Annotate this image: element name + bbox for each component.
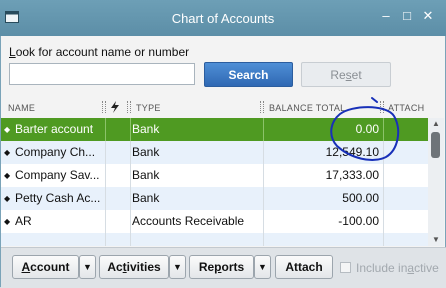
search-label: Look for account name or number xyxy=(9,45,190,59)
chevron-down-icon[interactable]: ▼ xyxy=(79,255,96,279)
online-banking-icon xyxy=(111,101,119,113)
close-icon[interactable]: ✕ xyxy=(420,8,436,24)
reports-menu-button[interactable]: Reports xyxy=(189,255,254,279)
account-name: AR xyxy=(15,214,32,228)
column-divider xyxy=(380,101,382,113)
activities-menu-button[interactable]: Activities xyxy=(99,255,169,279)
include-inactive-label: Include inactive xyxy=(356,261,439,275)
column-divider xyxy=(263,101,265,113)
column-header-attach[interactable]: ATTACH xyxy=(388,103,424,113)
column-header-balance[interactable]: BALANCE TOTAL xyxy=(269,103,345,113)
table-row[interactable]: ◆ Company Sav... Bank 17,333.00 xyxy=(1,164,428,187)
account-type: Bank xyxy=(132,191,160,205)
column-header-name[interactable]: NAME xyxy=(8,103,35,113)
account-diamond-icon: ◆ xyxy=(4,148,11,157)
account-type: Bank xyxy=(132,145,160,159)
account-balance: 0.00 xyxy=(355,122,379,136)
column-divider xyxy=(105,101,107,113)
chevron-down-icon[interactable]: ▼ xyxy=(254,255,271,279)
vertical-scrollbar[interactable]: ▲ ▼ xyxy=(428,118,444,246)
minimize-icon[interactable]: – xyxy=(378,8,394,24)
table-row[interactable]: ◆ Petty Cash Ac... Bank 500.00 xyxy=(1,187,428,210)
account-balance: 500.00 xyxy=(342,191,379,205)
scroll-up-icon[interactable]: ▲ xyxy=(428,118,444,130)
chevron-down-icon[interactable]: ▼ xyxy=(169,255,186,279)
account-type: Bank xyxy=(132,168,160,182)
account-balance: 17,333.00 xyxy=(325,168,379,182)
column-divider xyxy=(383,101,385,113)
scroll-thumb[interactable] xyxy=(431,132,440,158)
window-body: Look for account name or number Search R… xyxy=(0,36,446,288)
table-row xyxy=(1,233,428,246)
account-diamond-icon: ◆ xyxy=(4,194,11,203)
column-divider xyxy=(260,101,262,113)
maximize-icon[interactable]: □ xyxy=(399,8,415,24)
search-button[interactable]: Search xyxy=(204,62,293,87)
account-balance: -100.00 xyxy=(338,214,379,228)
account-diamond-icon: ◆ xyxy=(4,217,11,226)
table-header: NAME TYPE BALANCE TOTAL ATTACH xyxy=(1,96,428,118)
attach-button[interactable]: Attach xyxy=(275,255,333,279)
table-row[interactable]: ◆ Company Ch... Bank 12,549.10 xyxy=(1,141,428,164)
account-type: Bank xyxy=(132,122,160,136)
column-divider xyxy=(130,101,132,113)
title-bar: Chart of Accounts – □ ✕ xyxy=(0,0,446,36)
reset-button[interactable]: Reset xyxy=(301,62,391,87)
column-divider xyxy=(127,101,129,113)
account-diamond-icon: ◆ xyxy=(4,171,11,180)
account-name: Company Sav... xyxy=(15,168,100,182)
bottom-toolbar: Account ▼ Activities ▼ Reports ▼ Attach … xyxy=(1,247,446,288)
column-header-type[interactable]: TYPE xyxy=(136,103,161,113)
account-name: Barter account xyxy=(15,122,94,136)
account-name: Company Ch... xyxy=(15,145,96,159)
account-type: Accounts Receivable xyxy=(132,214,245,228)
column-divider xyxy=(102,101,104,113)
table-row[interactable]: ◆ AR Accounts Receivable -100.00 xyxy=(1,210,428,233)
account-name: Petty Cash Ac... xyxy=(15,191,101,205)
table-row[interactable]: ◆ Barter account Bank 0.00 xyxy=(1,118,428,141)
search-input[interactable] xyxy=(9,63,195,85)
scroll-down-icon[interactable]: ▼ xyxy=(428,234,444,246)
account-menu-button[interactable]: Account xyxy=(12,255,79,279)
account-diamond-icon: ◆ xyxy=(4,125,11,134)
accounts-table: ◆ Barter account Bank 0.00 ◆ Company Ch.… xyxy=(1,118,428,246)
account-balance: 12,549.10 xyxy=(325,145,379,159)
include-inactive-checkbox[interactable] xyxy=(340,262,351,273)
